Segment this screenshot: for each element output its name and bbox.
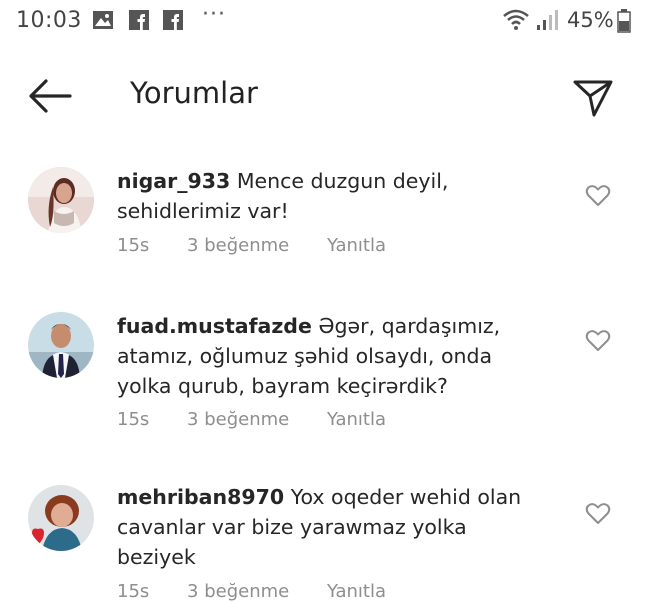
back-arrow-icon[interactable] [28,78,72,114]
comment-time: 15s [117,409,150,430]
likes-count[interactable]: 3 beğenme [187,235,289,256]
comment-meta: 15s 3 beğenme Yanıtla [117,581,386,602]
comment-time: 15s [117,235,150,256]
username[interactable]: mehriban8970 [117,485,284,509]
comment-time: 15s [117,581,150,602]
username[interactable]: fuad.mustafazde [117,314,312,338]
username[interactable]: nigar_933 [117,169,230,193]
facebook-icon [163,10,183,30]
battery-icon [617,9,631,33]
reply-button[interactable]: Yanıtla [327,235,386,256]
comment-text: fuad.mustafazde Əgər, qardaşımız, atamız… [117,311,547,401]
status-bar: 10:03 ··· 45% [0,0,649,44]
clock: 10:03 [16,8,82,33]
comment-line: Mence duzgun deyil, [236,169,449,193]
more-icon: ··· [202,2,226,27]
comment-line: yolka qurub, bayram keçirərdik? [117,374,448,398]
send-icon[interactable] [572,78,614,118]
avatar[interactable] [28,167,94,233]
comment-line: atamız, oğlumuz şəhid olsaydı, onda [117,344,493,368]
comment-line: beziyek [117,545,196,569]
comment-text: mehriban8970 Yox oqeder wehid olan cavan… [117,482,547,572]
page-title: Yorumlar [130,76,258,110]
wifi-icon [503,9,529,30]
comment-line: Əgər, qardaşımız, [318,314,501,338]
comment-text: nigar_933 Mence duzgun deyil, sehidlerim… [117,166,547,226]
likes-count[interactable]: 3 beğenme [187,409,289,430]
avatar[interactable] [28,312,94,378]
facebook-icon [129,10,149,30]
reply-button[interactable]: Yanıtla [327,581,386,602]
likes-count[interactable]: 3 beğenme [187,581,289,602]
comment-line: Yox oqeder wehid olan [290,485,522,509]
image-icon [93,11,113,29]
signal-icon [537,10,558,30]
comment-line: sehidlerimiz var! [117,199,289,223]
avatar[interactable] [28,485,94,551]
heart-icon[interactable] [585,184,611,208]
heart-icon[interactable] [585,329,611,353]
heart-icon[interactable] [585,502,611,526]
reply-button[interactable]: Yanıtla [327,409,386,430]
comment-meta: 15s 3 beğenme Yanıtla [117,409,386,430]
comment-meta: 15s 3 beğenme Yanıtla [117,235,386,256]
comment-line: cavanlar var bize yarawmaz yolka [117,515,467,539]
battery-percentage: 45% [567,8,614,32]
header: Yorumlar [0,60,649,136]
